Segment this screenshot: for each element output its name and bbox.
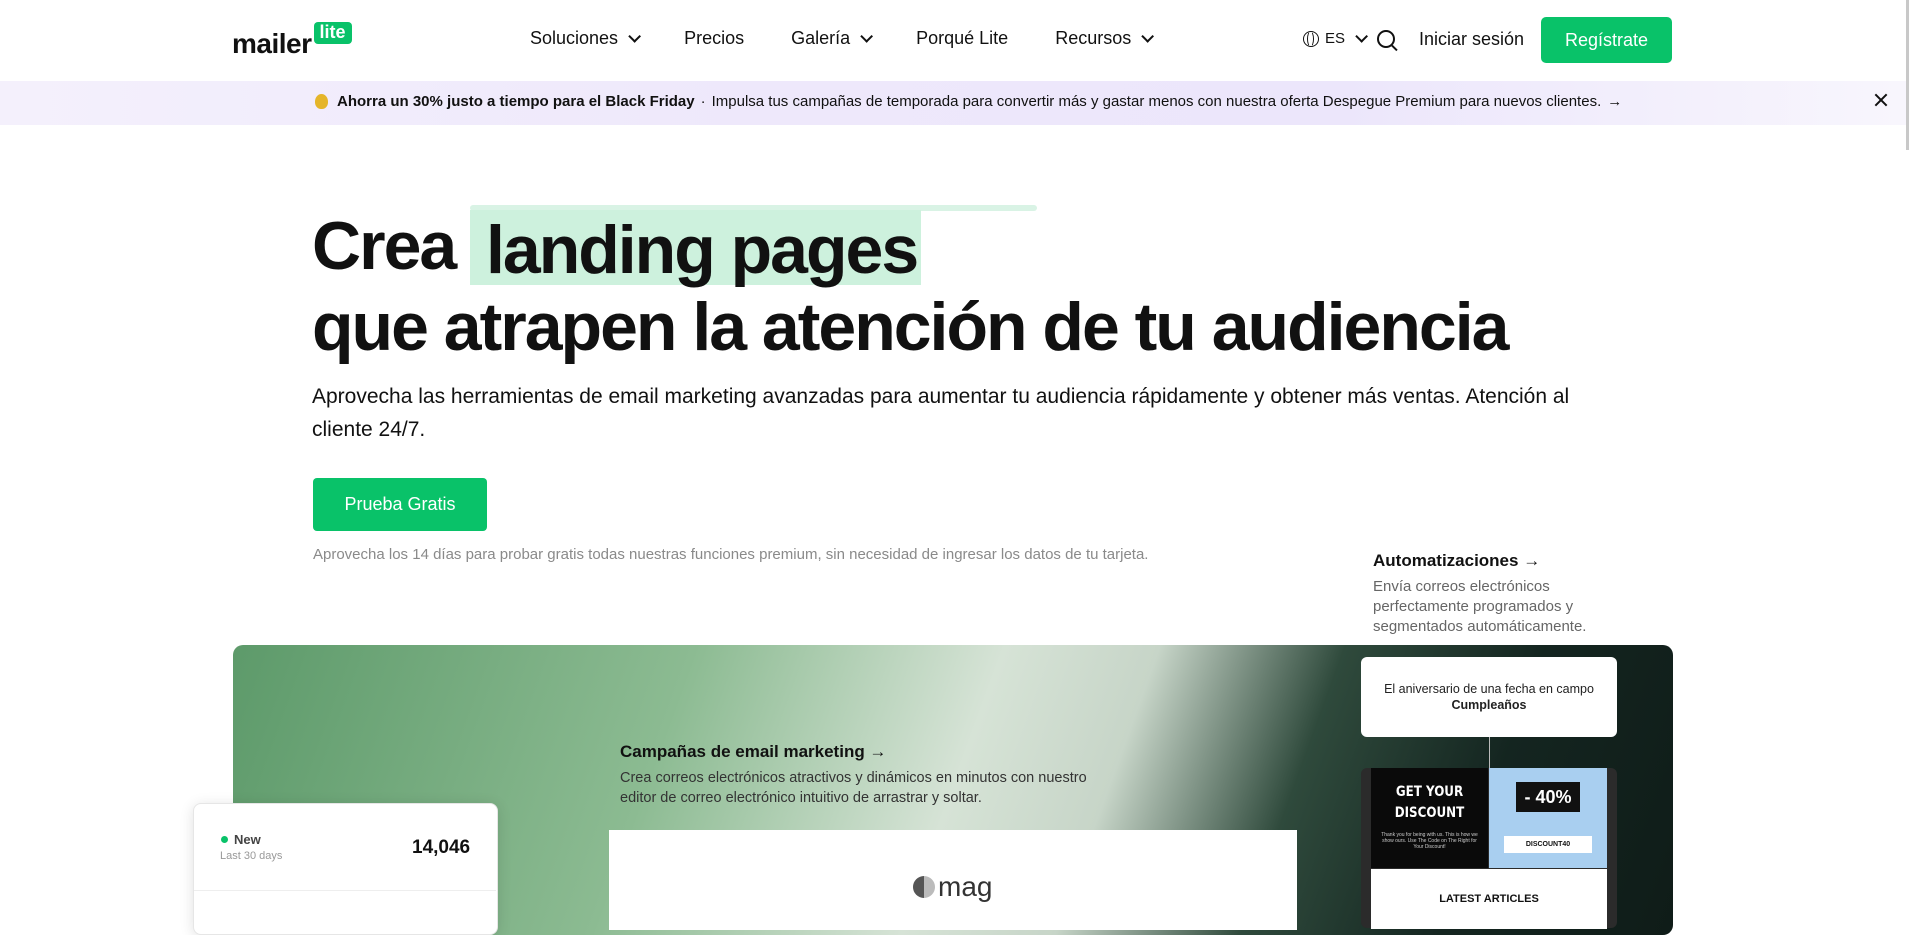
divider	[194, 890, 496, 891]
chevron-down-icon	[628, 30, 642, 43]
main-nav: Soluciones Precios Galería Porqué Lite R…	[530, 28, 1197, 49]
banner-text: Impulsa tus campañas de temporada para c…	[711, 93, 1602, 110]
stats-label: New	[234, 832, 261, 847]
chevron-down-icon	[1355, 30, 1369, 43]
birthday-trigger-card: El aniversario de una fecha en campo Cum…	[1361, 657, 1617, 737]
language-selector[interactable]: ES	[1303, 30, 1369, 47]
nav-label: Recursos	[1055, 28, 1132, 48]
hero-subtitle: Aprovecha las herramientas de email mark…	[312, 385, 1570, 441]
birthday-text: El aniversario de una fecha en campo	[1384, 682, 1594, 696]
mag-logo-text: mag	[938, 871, 993, 902]
login-link[interactable]: Iniciar sesión	[1419, 29, 1524, 50]
connector-line	[1489, 737, 1490, 769]
logo[interactable]: mailer lite	[232, 18, 352, 58]
logo-text: mailer	[232, 28, 312, 59]
money-bag-icon	[315, 94, 328, 109]
close-icon[interactable]	[1873, 92, 1889, 108]
stats-value: 14,046	[412, 837, 471, 858]
hero-title-start: Crea	[312, 208, 457, 284]
preview-headline: GET YOUR DISCOUNT	[1394, 784, 1465, 821]
nav-item-recursos[interactable]: Recursos	[1055, 28, 1155, 49]
promo-banner[interactable]: Ahorra un 30% justo a tiempo para el Bla…	[0, 81, 1909, 125]
status-dot	[221, 836, 228, 843]
nav-item-porque-lite[interactable]: Porqué Lite	[916, 28, 1008, 49]
mag-logo-icon	[913, 876, 935, 898]
signup-button[interactable]: Regístrate	[1541, 17, 1672, 63]
campaigns-link[interactable]: Campañas de email marketing →	[620, 742, 886, 762]
globe-icon	[1303, 30, 1319, 47]
nav-label: Precios	[684, 28, 745, 48]
nav-item-soluciones[interactable]: Soluciones	[530, 28, 642, 49]
stats-sublabel: Last 30 days	[220, 850, 283, 862]
logo-badge: lite	[313, 22, 352, 44]
preview-discount-code: DISCOUNT40	[1504, 836, 1592, 853]
language-label: ES	[1325, 30, 1346, 47]
arrow-right-icon: →	[1607, 93, 1623, 110]
campaigns-description: Crea correos electrónicos atractivos y d…	[620, 770, 1087, 806]
preview-discount-badge: - 40%	[1516, 782, 1580, 812]
trial-note: Aprovecha los 14 días para probar gratis…	[313, 546, 1149, 563]
hero-title-highlight: landing pages	[486, 212, 919, 288]
preview-small-text: Thank you for being with us. This is how…	[1381, 832, 1478, 850]
automations-link[interactable]: Automatizaciones →	[1373, 551, 1540, 571]
chevron-down-icon	[860, 30, 874, 43]
chevron-down-icon	[1141, 30, 1155, 43]
automations-description: Envía correos electrónicos perfectamente…	[1373, 578, 1587, 635]
preview-latest-articles: LATEST ARTICLES	[1439, 893, 1539, 905]
stats-card	[193, 803, 498, 935]
nav-item-precios[interactable]: Precios	[684, 28, 744, 49]
search-icon[interactable]	[1377, 30, 1395, 48]
nav-label: Soluciones	[530, 28, 619, 48]
nav-item-galeria[interactable]: Galería	[791, 28, 874, 49]
mag-logo: mag	[913, 871, 992, 903]
banner-separator: ·	[700, 93, 706, 110]
free-trial-button[interactable]: Prueba Gratis	[313, 478, 487, 531]
hero-title-rest: que atrapen la atención de tu audiencia	[312, 289, 1509, 365]
banner-bold-text: Ahorra un 30% justo a tiempo para el Bla…	[337, 93, 695, 110]
birthday-bold: Cumpleaños	[1451, 698, 1527, 712]
nav-label: Porqué Lite	[916, 28, 1009, 48]
nav-label: Galería	[791, 28, 851, 48]
